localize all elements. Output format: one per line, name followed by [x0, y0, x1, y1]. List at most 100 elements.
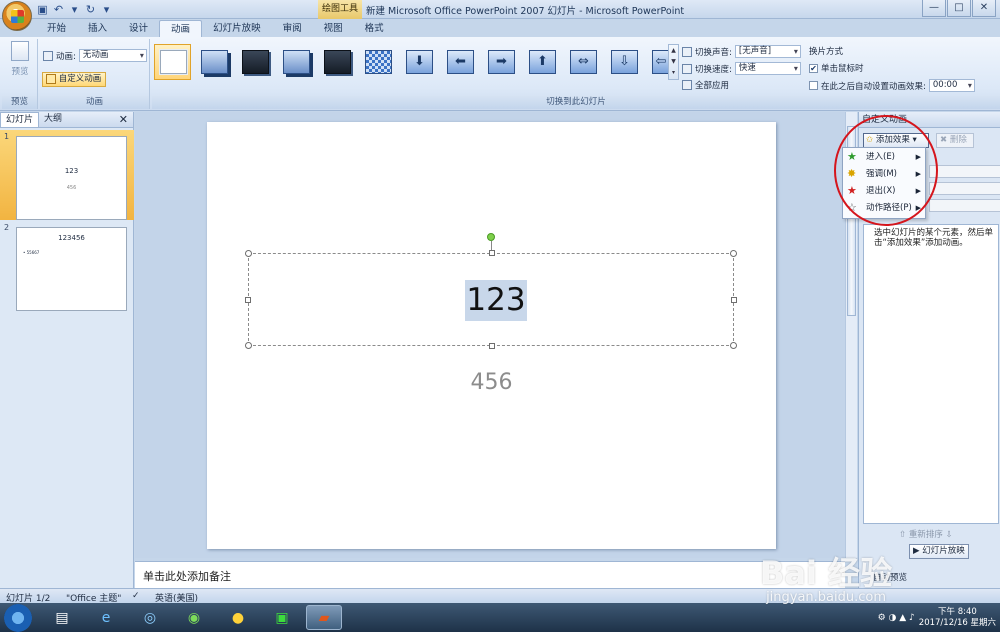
effect-list[interactable]: 选中幻灯片的某个元素，然后单击“添加效果”添加动画。: [863, 224, 999, 524]
effect-speed-field[interactable]: [929, 199, 1000, 212]
transition-push-down[interactable]: ⇩: [605, 44, 642, 80]
transition-wipe-right[interactable]: ➡: [482, 44, 519, 80]
tray-icons[interactable]: ⚙ ◑ ▲ ♪: [878, 613, 915, 623]
apply-all-button[interactable]: 全部应用: [682, 79, 729, 91]
auto-time-spinner[interactable]: 00:00: [928, 79, 975, 92]
auto-after-row: 在此之后自动设置动画效果: 00:00: [809, 79, 975, 92]
status-bar: 幻灯片 1/2 "Office 主题" ✓ 英语(美国): [0, 588, 1000, 604]
add-effect-button[interactable]: ✩ 添加效果 ▾: [863, 133, 929, 148]
sound-icon: [682, 46, 692, 57]
resize-handle[interactable]: [245, 250, 252, 257]
task-pane-title: 自定义动画: [859, 112, 1000, 128]
effect-property-field[interactable]: [929, 182, 1000, 195]
resize-handle[interactable]: [730, 250, 737, 257]
resize-handle[interactable]: [489, 250, 495, 256]
ie-icon[interactable]: e: [88, 605, 124, 630]
submenu-arrow-icon: ▶: [915, 153, 921, 161]
spellcheck-icon[interactable]: ✓: [132, 591, 140, 601]
thumb-bullet: • 55667: [23, 250, 40, 255]
close-button[interactable]: ✕: [972, 0, 996, 17]
tab-view[interactable]: 视图: [313, 20, 354, 37]
minimize-button[interactable]: —: [922, 0, 946, 17]
slide-preview: 123456 • 55667: [16, 227, 127, 311]
effect-start-field[interactable]: [929, 165, 1000, 178]
rotation-handle[interactable]: [487, 233, 495, 241]
tab-design[interactable]: 设计: [118, 20, 159, 37]
browser-icon[interactable]: ◎: [132, 605, 168, 630]
messenger-icon[interactable]: ●: [220, 605, 256, 630]
resize-handle[interactable]: [730, 342, 737, 349]
transition-dissolve[interactable]: [359, 44, 396, 80]
explorer-icon[interactable]: ▤: [44, 605, 80, 630]
maximize-button[interactable]: □: [947, 0, 971, 17]
tab-home[interactable]: 开始: [36, 20, 77, 37]
auto-after-checkbox[interactable]: [809, 81, 818, 90]
menu-item-motion-path[interactable]: ☆ 动作路径(P) ▶: [843, 200, 925, 217]
customize-qat-icon[interactable]: ▾: [100, 3, 113, 16]
start-button[interactable]: [4, 604, 32, 632]
transition-cut[interactable]: [277, 44, 314, 80]
quick-access-toolbar: ▣ ↶ ▾ ↻ ▾: [36, 2, 113, 17]
close-icon[interactable]: ✕: [119, 113, 128, 126]
undo-icon[interactable]: ↶: [52, 3, 65, 16]
tab-insert[interactable]: 插入: [77, 20, 118, 37]
arrow-up-icon: ⬆: [529, 50, 556, 74]
transition-wipe-up[interactable]: ⬆: [523, 44, 560, 80]
push-down-icon: ⇩: [611, 50, 638, 74]
menu-item-entrance[interactable]: ★ 进入(E) ▶: [843, 149, 925, 166]
slide-thumbnail-1[interactable]: 1 123 456: [0, 130, 134, 220]
transition-fade-black[interactable]: [236, 44, 273, 80]
animation-combo[interactable]: 无动画: [78, 49, 147, 62]
resize-handle[interactable]: [489, 343, 495, 349]
gallery-scroll[interactable]: ▲ ▼ ▾: [668, 44, 679, 80]
delete-effect-button[interactable]: ✖ 删除: [936, 133, 974, 148]
notes-pane[interactable]: 单击此处添加备注: [135, 561, 845, 588]
tab-outline[interactable]: 大纲: [39, 112, 67, 127]
star-icon: ✩: [866, 135, 874, 145]
sound-label: 切换声音:: [695, 47, 732, 58]
slide-subtitle-text[interactable]: 456: [207, 370, 776, 395]
slide-editor: 123 456: [135, 112, 845, 558]
menu-item-exit[interactable]: ★ 退出(X) ▶: [843, 183, 925, 200]
slide-canvas[interactable]: 123 456: [207, 122, 776, 549]
transition-split[interactable]: ⇔: [564, 44, 601, 80]
custom-animation-icon: [46, 73, 56, 84]
slide-thumbnail-2[interactable]: 2 123456 • 55667: [0, 221, 134, 311]
title-placeholder[interactable]: 123: [245, 250, 737, 349]
preview-button[interactable]: 预览: [6, 41, 34, 77]
iqiyi-icon[interactable]: ▣: [264, 605, 300, 630]
redo-icon[interactable]: ↻: [84, 3, 97, 16]
tab-animation[interactable]: 动画: [159, 20, 203, 37]
transition-fade-smooth[interactable]: [195, 44, 232, 80]
tab-format[interactable]: 格式: [354, 20, 395, 37]
menu-item-emphasis[interactable]: ✸ 强调(M) ▶: [843, 166, 925, 183]
sound-combo[interactable]: [无声音]: [734, 45, 801, 58]
resize-handle[interactable]: [731, 297, 737, 303]
custom-animation-button[interactable]: 自定义动画: [42, 72, 107, 87]
play-button[interactable]: ▶ 幻灯片放映: [909, 544, 969, 559]
speed-combo[interactable]: 快速: [734, 62, 801, 75]
resize-handle[interactable]: [245, 342, 252, 349]
powerpoint-taskbar-icon[interactable]: ▰: [306, 605, 342, 630]
save-icon[interactable]: ▣: [36, 3, 49, 16]
on-click-checkbox[interactable]: ✔: [809, 63, 818, 73]
tab-review[interactable]: 审阅: [272, 20, 313, 37]
arrow-right-icon: ➡: [488, 50, 515, 74]
tab-slideshow[interactable]: 幻灯片放映: [202, 20, 272, 37]
clock-time: 下午 8:40: [938, 606, 977, 617]
transition-wipe-left[interactable]: ⬅: [441, 44, 478, 80]
transition-cut-black[interactable]: [318, 44, 355, 80]
dropdown-icon[interactable]: ▾: [68, 3, 81, 16]
office-logo-icon: [11, 10, 24, 23]
resize-handle[interactable]: [245, 297, 251, 303]
clock[interactable]: 下午 8:40 2017/12/16 星期六: [919, 607, 996, 629]
reorder-control[interactable]: ⇧ 重新排序 ⇩: [899, 528, 953, 540]
360-browser-icon[interactable]: ◉: [176, 605, 212, 630]
custom-animation-label: 自定义动画: [58, 74, 102, 84]
office-button[interactable]: [2, 1, 32, 31]
transition-wipe-down[interactable]: ⬇: [400, 44, 437, 80]
outline-star-icon: ☆: [847, 201, 857, 214]
transition-none[interactable]: [154, 44, 191, 80]
tab-slides[interactable]: 幻灯片: [0, 112, 40, 127]
slide-title-text[interactable]: 123: [465, 280, 527, 321]
